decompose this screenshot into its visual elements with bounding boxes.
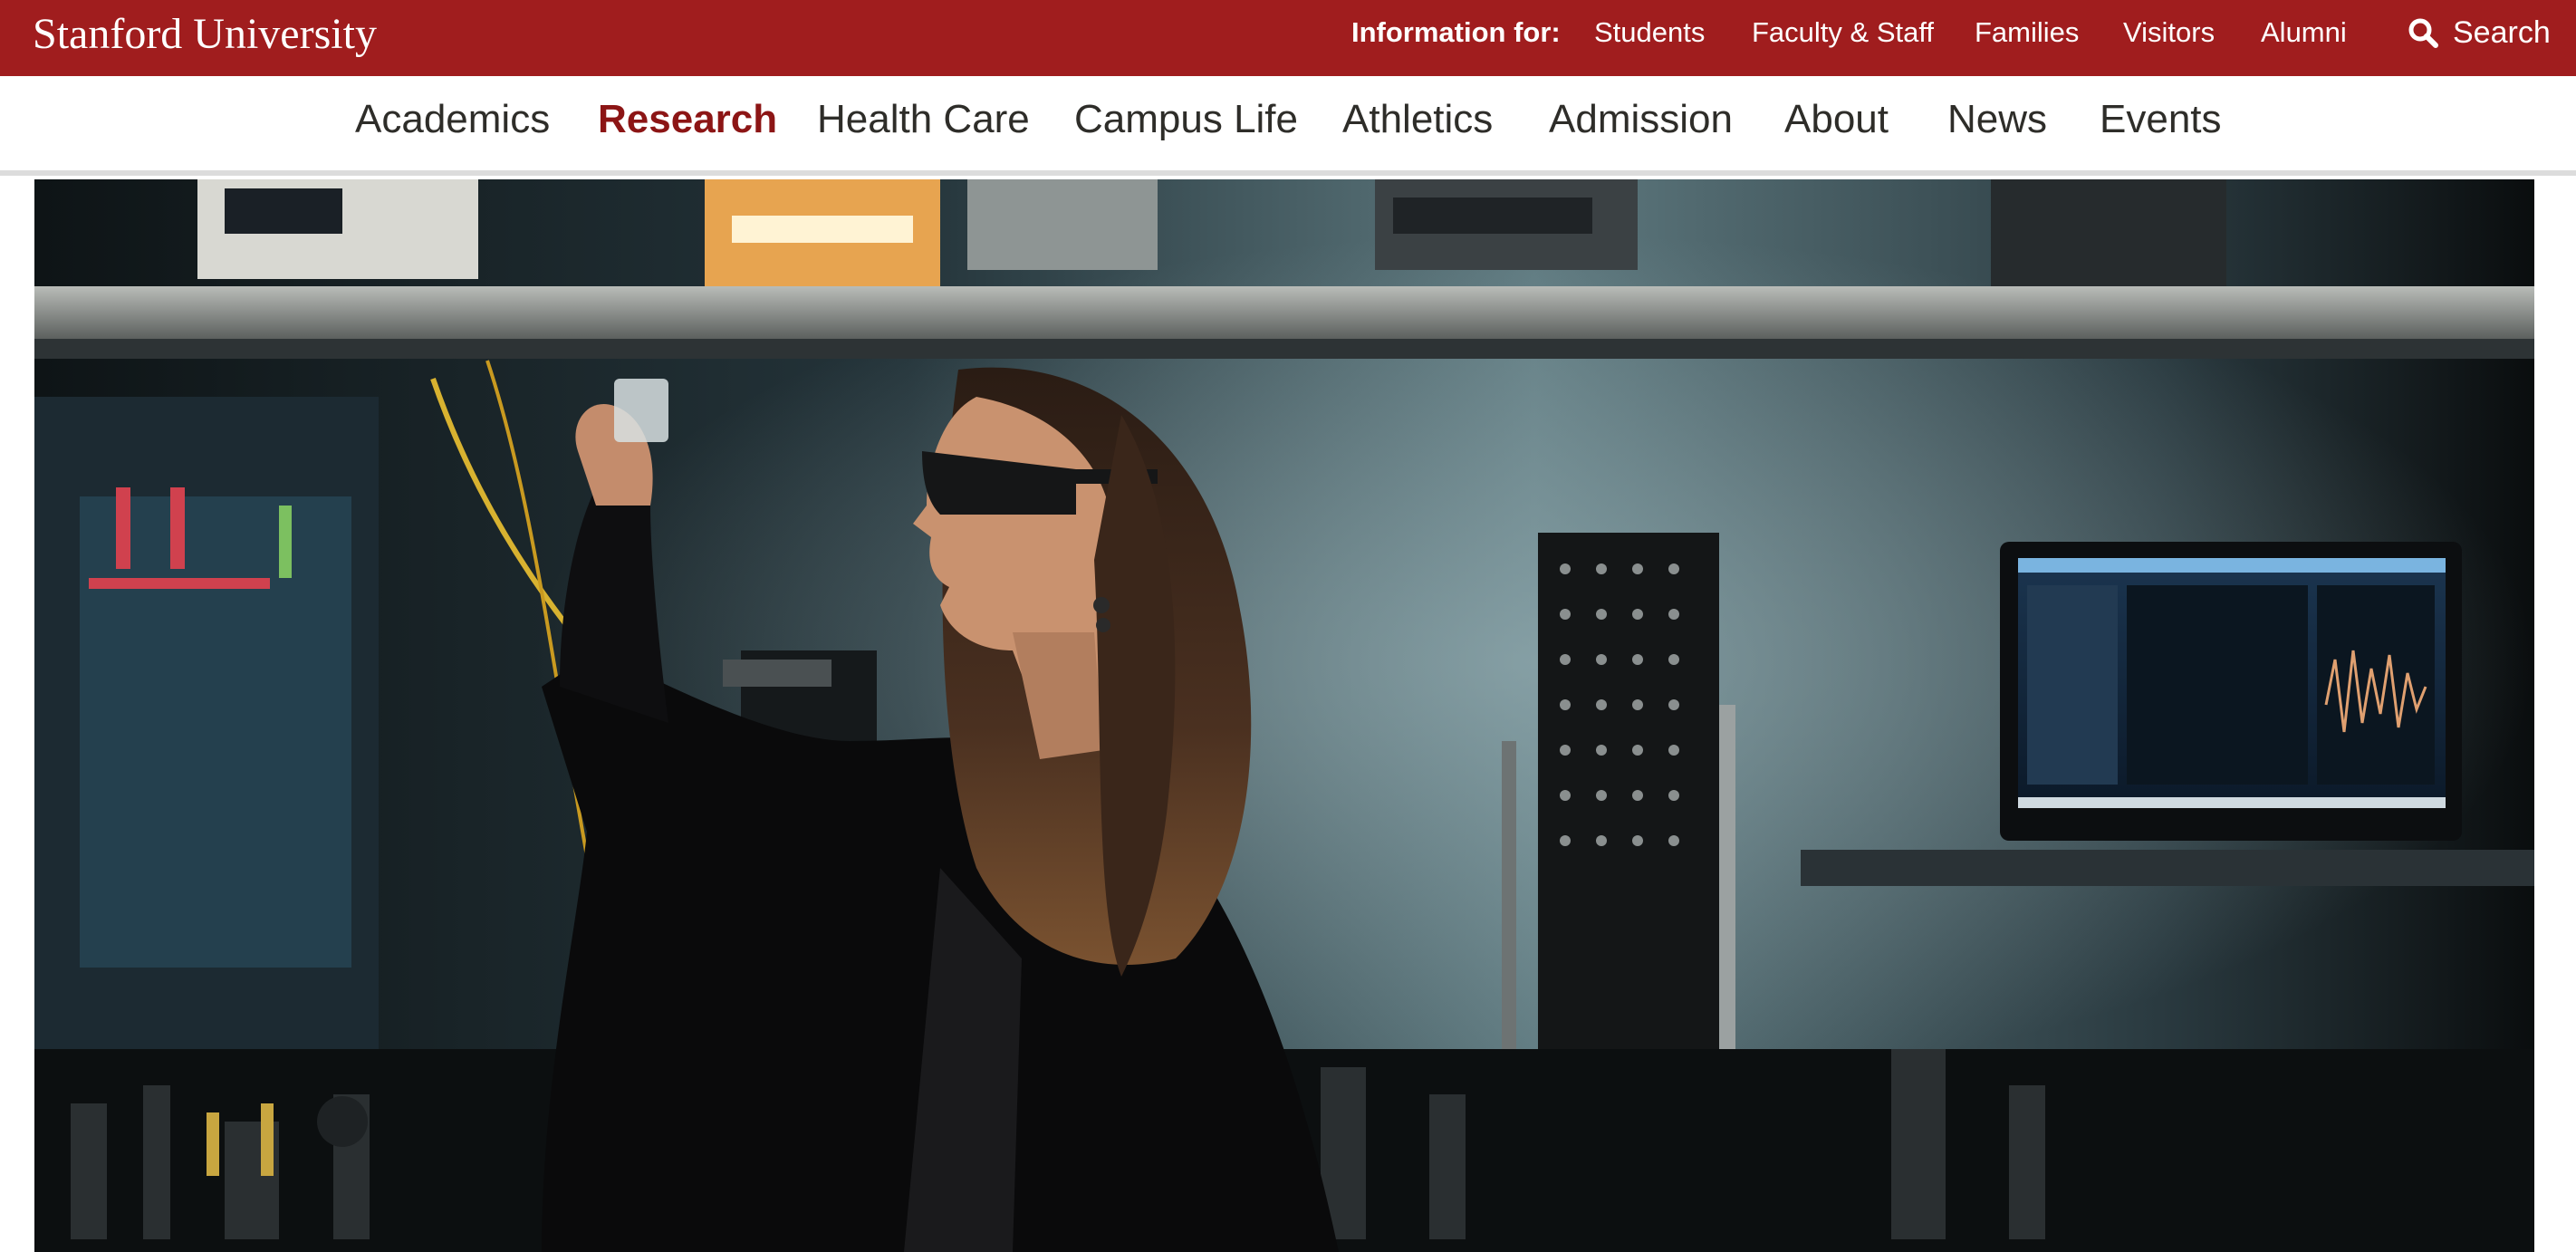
nav-academics[interactable]: Academics <box>355 94 550 145</box>
nav-athletics[interactable]: Athletics <box>1342 94 1493 145</box>
search-button[interactable]: Search <box>2408 13 2551 53</box>
global-header: Stanford University Information for: Stu… <box>0 0 2576 76</box>
nav-news[interactable]: News <box>1947 94 2047 145</box>
nav-about[interactable]: About <box>1784 94 1889 145</box>
audience-link-students[interactable]: Students <box>1594 14 1705 51</box>
researcher-lab-photo <box>34 179 2534 1252</box>
hero-image <box>34 179 2534 1252</box>
audience-link-alumni[interactable]: Alumni <box>2261 14 2347 51</box>
nav-events[interactable]: Events <box>2100 94 2222 145</box>
search-label: Search <box>2453 15 2551 50</box>
audience-link-visitors[interactable]: Visitors <box>2123 14 2215 51</box>
nav-research[interactable]: Research <box>598 94 777 145</box>
nav-campus-life[interactable]: Campus Life <box>1074 94 1298 145</box>
information-for-label: Information for: <box>1351 16 1561 48</box>
audience-link-faculty-staff[interactable]: Faculty & Staff <box>1752 14 1934 51</box>
search-icon <box>2408 18 2438 48</box>
nav-admission[interactable]: Admission <box>1549 94 1733 145</box>
audience-link-families[interactable]: Families <box>1975 14 2079 51</box>
nav-health-care[interactable]: Health Care <box>817 94 1030 145</box>
main-navigation: Academics Research Health Care Campus Li… <box>0 76 2576 176</box>
stanford-wordmark-link[interactable]: Stanford University <box>33 7 377 62</box>
